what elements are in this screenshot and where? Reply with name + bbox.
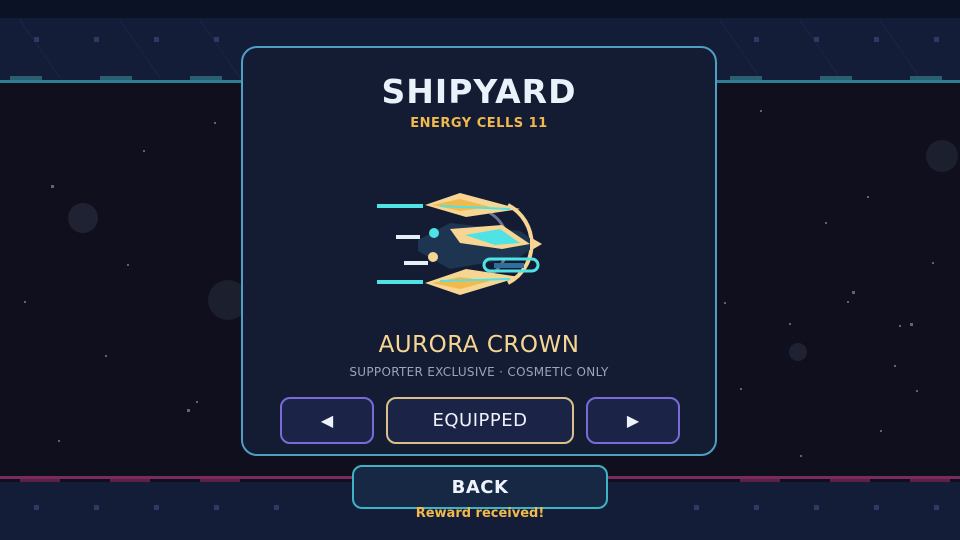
energy-cells-counter: ENERGY CELLS 11 [410,116,548,131]
back-button[interactable]: BACK [352,465,608,509]
ship-preview-icon [377,193,542,295]
engine-trail-top [377,204,423,208]
next-ship-button[interactable]: ▶ [586,397,680,444]
ship-name: AURORA CROWN [378,332,580,358]
ship-description: SUPPORTER EXCLUSIVE · COSMETIC ONLY [349,365,609,379]
page-title: SHIPYARD [381,72,577,111]
reward-status-message: Reward received! [415,506,545,521]
prev-ship-button[interactable]: ◀ [280,397,374,444]
engine-trail-bottom [377,280,423,284]
equip-button[interactable]: EQUIPPED [386,397,574,444]
